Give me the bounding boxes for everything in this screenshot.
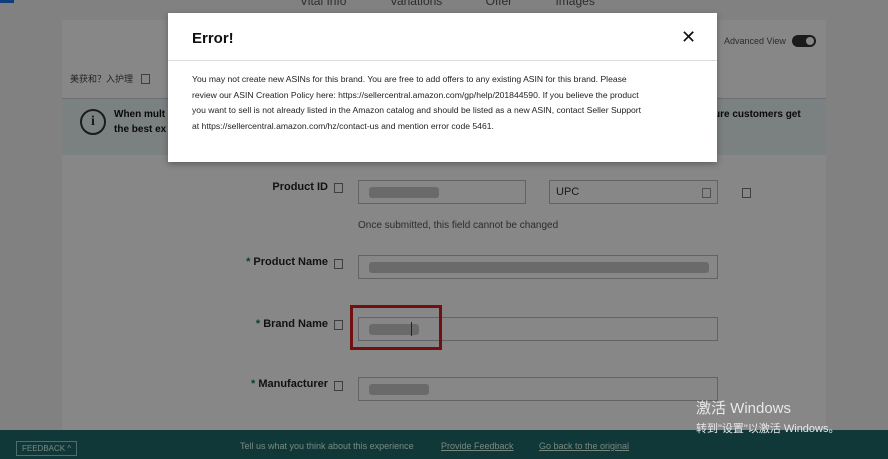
dialog-message-line-3: you want to sell is not already listed i… bbox=[192, 105, 642, 115]
dialog-message-line-1: You may not create new ASINs for this br… bbox=[192, 74, 627, 84]
windows-activation-watermark: 激活 Windows 转到"设置"以激活 Windows。 bbox=[696, 397, 840, 436]
dialog-title: Error! bbox=[192, 30, 234, 47]
dialog-message-line-2: review our ASIN Creation Policy here: ht… bbox=[192, 89, 639, 100]
dialog-message: You may not create new ASINs for this br… bbox=[192, 72, 697, 134]
close-icon[interactable]: ✕ bbox=[681, 27, 696, 48]
watermark-line-1: 激活 Windows bbox=[696, 400, 792, 417]
watermark-line-2: 转到"设置"以激活 Windows。 bbox=[696, 423, 840, 435]
error-dialog: Error! ✕ You may not create new ASINs fo… bbox=[168, 13, 717, 162]
dialog-divider bbox=[168, 60, 717, 61]
dialog-message-line-4: at https://sellercentral.amazon.com/hz/c… bbox=[192, 120, 494, 131]
